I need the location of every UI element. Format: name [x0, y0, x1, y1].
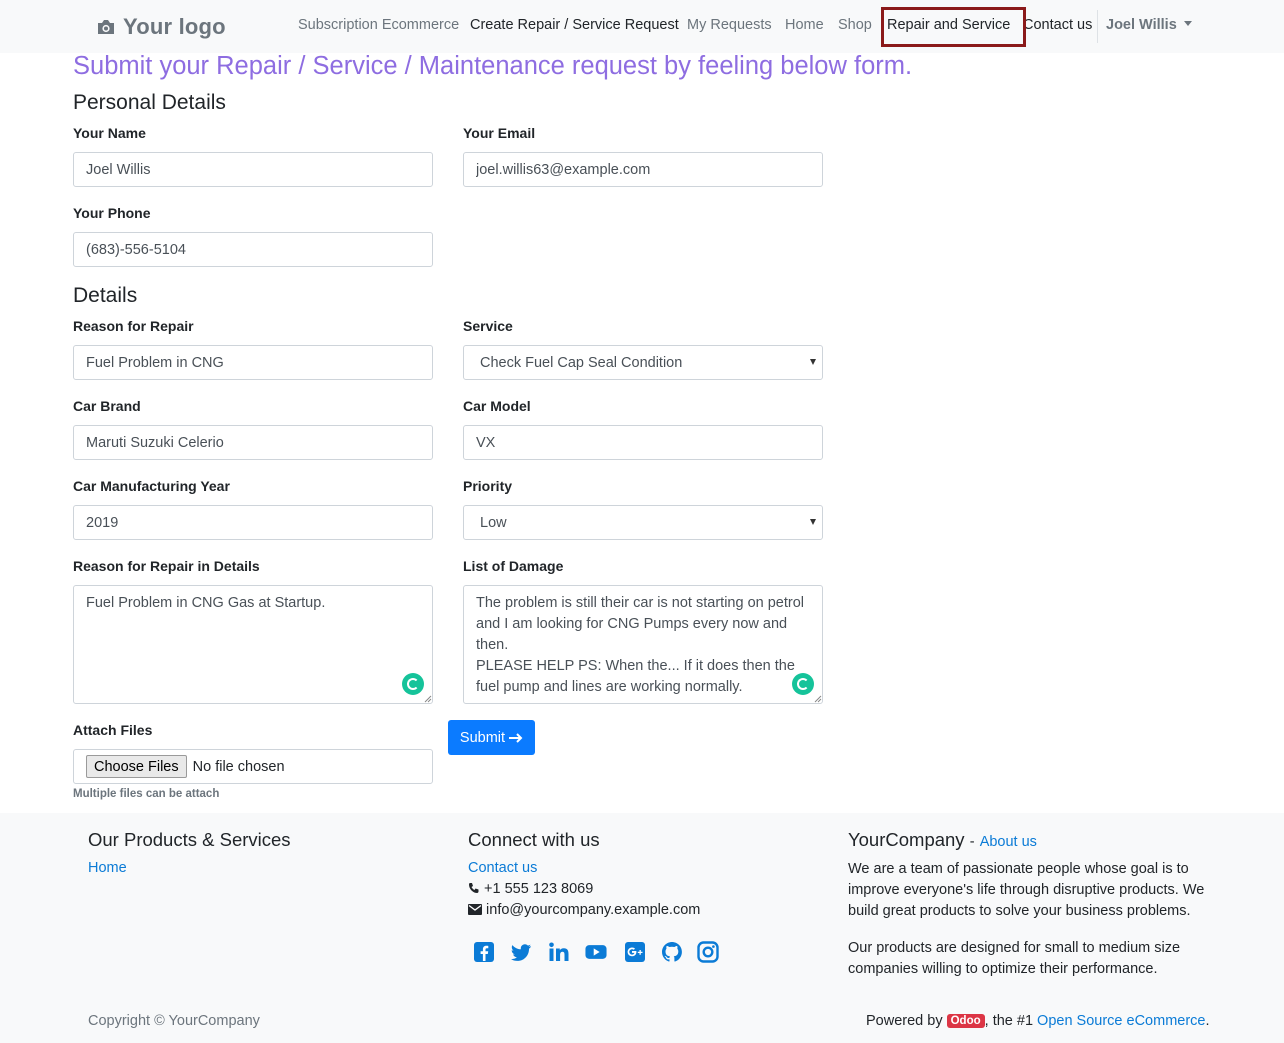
- powered-mid: , the #1: [984, 1013, 1034, 1029]
- nav-item-my-requests[interactable]: My Requests: [687, 17, 772, 33]
- footer-phone: +1 555 123 8069: [468, 881, 593, 897]
- car-model-label: Car Model: [463, 398, 531, 414]
- service-select[interactable]: Check Fuel Cap Seal Condition: [463, 345, 823, 380]
- footer-email: info@yourcompany.example.com: [468, 902, 700, 918]
- footer-company-separator: -: [969, 834, 975, 850]
- damage-label: List of Damage: [463, 558, 564, 574]
- instagram-icon[interactable]: [697, 941, 719, 963]
- user-menu[interactable]: Joel Willis: [1106, 17, 1192, 33]
- email-input[interactable]: [463, 152, 823, 187]
- copyright-text: Copyright © YourCompany: [88, 1013, 260, 1029]
- footer-phone-text: +1 555 123 8069: [484, 881, 594, 897]
- grammarly-icon[interactable]: [402, 673, 424, 695]
- user-name: Joel Willis: [1106, 17, 1177, 33]
- name-input[interactable]: [73, 152, 433, 187]
- footer-email-text: info@yourcompany.example.com: [486, 902, 701, 918]
- twitter-icon[interactable]: [510, 941, 532, 963]
- envelope-icon: [468, 904, 482, 915]
- footer-connect-heading: Connect with us: [468, 829, 600, 850]
- car-year-label: Car Manufacturing Year: [73, 478, 230, 494]
- car-brand-input[interactable]: [73, 425, 433, 460]
- open-source-ecommerce-link[interactable]: Open Source eCommerce: [1037, 1013, 1205, 1029]
- chevron-down-icon: [1183, 21, 1192, 26]
- powered-end: .: [1205, 1013, 1210, 1029]
- reason-label: Reason for Repair: [73, 318, 194, 334]
- powered-prefix: Powered by: [866, 1013, 943, 1029]
- select-arrow-icon: [810, 519, 816, 525]
- name-label: Your Name: [73, 125, 146, 141]
- service-label: Service: [463, 318, 513, 334]
- nav-item-contact-us[interactable]: Contact us: [1023, 17, 1092, 33]
- linkedin-icon[interactable]: [548, 941, 570, 963]
- car-brand-label: Car Brand: [73, 398, 141, 414]
- submit-label: Submit: [459, 729, 506, 746]
- priority-select[interactable]: Low: [463, 505, 823, 540]
- nav-item-shop[interactable]: Shop: [838, 17, 872, 33]
- footer-about-link[interactable]: About us: [980, 834, 1037, 850]
- no-file-text: No file chosen: [192, 758, 285, 775]
- footer-company-heading: YourCompany - About us: [848, 829, 1037, 851]
- reason-details-textarea[interactable]: Fuel Problem in CNG Gas at Startup.: [73, 585, 433, 704]
- footer-about-paragraph-1: We are a team of passionate people whose…: [848, 861, 1205, 919]
- choose-files-button[interactable]: Choose Files: [86, 755, 187, 778]
- resize-handle-icon[interactable]: [424, 695, 432, 703]
- odoo-badge[interactable]: Odoo: [946, 1014, 985, 1028]
- details-heading: Details: [73, 284, 138, 307]
- reason-details-label: Reason for Repair in Details: [73, 558, 260, 574]
- google-plus-icon[interactable]: [624, 941, 646, 963]
- reason-input[interactable]: [73, 345, 433, 380]
- footer-products-heading: Our Products & Services: [88, 829, 291, 850]
- footer-home-link[interactable]: Home: [88, 860, 127, 876]
- select-arrow-icon: [810, 359, 816, 365]
- nav-highlight-box: [881, 7, 1026, 47]
- powered-by: Powered by Odoo, the #1 Open Source eCom…: [866, 1013, 1210, 1029]
- email-label: Your Email: [463, 125, 536, 141]
- priority-selected-value: Low: [480, 514, 507, 531]
- priority-label: Priority: [463, 478, 513, 494]
- service-selected-value: Check Fuel Cap Seal Condition: [480, 354, 683, 371]
- file-input[interactable]: Choose Files No file chosen: [73, 749, 433, 784]
- page-title: Submit your Repair / Service / Maintenan…: [73, 52, 913, 80]
- attach-help-text: Multiple files can be attach: [73, 788, 220, 800]
- phone-input[interactable]: [73, 232, 433, 267]
- phone-icon: [469, 883, 479, 893]
- nav-item-create-repair-request[interactable]: Create Repair / Service Request: [470, 17, 679, 33]
- nav-divider: [1097, 10, 1098, 43]
- nav-item-home[interactable]: Home: [785, 17, 824, 33]
- footer-contact-link[interactable]: Contact us: [468, 860, 537, 876]
- phone-label: Your Phone: [73, 205, 151, 221]
- footer-about-paragraph-2: Our products are designed for small to m…: [848, 940, 1181, 977]
- camera-icon: [98, 20, 114, 34]
- youtube-icon[interactable]: [585, 941, 607, 963]
- attach-files-label: Attach Files: [73, 722, 153, 738]
- nav-item-subscription-ecommerce[interactable]: Subscription Ecommerce: [298, 17, 459, 33]
- damage-textarea[interactable]: The problem is still their car is not st…: [463, 585, 823, 704]
- github-icon[interactable]: [661, 941, 683, 963]
- navbar: Your logo Subscription Ecommerce Create …: [0, 0, 1284, 53]
- logo-text: Your logo: [123, 14, 226, 39]
- arrow-right-icon: [509, 732, 523, 743]
- personal-details-heading: Personal Details: [73, 91, 226, 114]
- car-model-input[interactable]: [463, 425, 823, 460]
- resize-handle-icon[interactable]: [814, 695, 822, 703]
- logo[interactable]: Your logo: [96, 12, 226, 42]
- footer-company-name: YourCompany: [848, 829, 965, 850]
- submit-button[interactable]: Submit: [448, 720, 535, 755]
- facebook-icon[interactable]: [473, 941, 495, 963]
- grammarly-icon[interactable]: [792, 673, 814, 695]
- car-year-input[interactable]: [73, 505, 433, 540]
